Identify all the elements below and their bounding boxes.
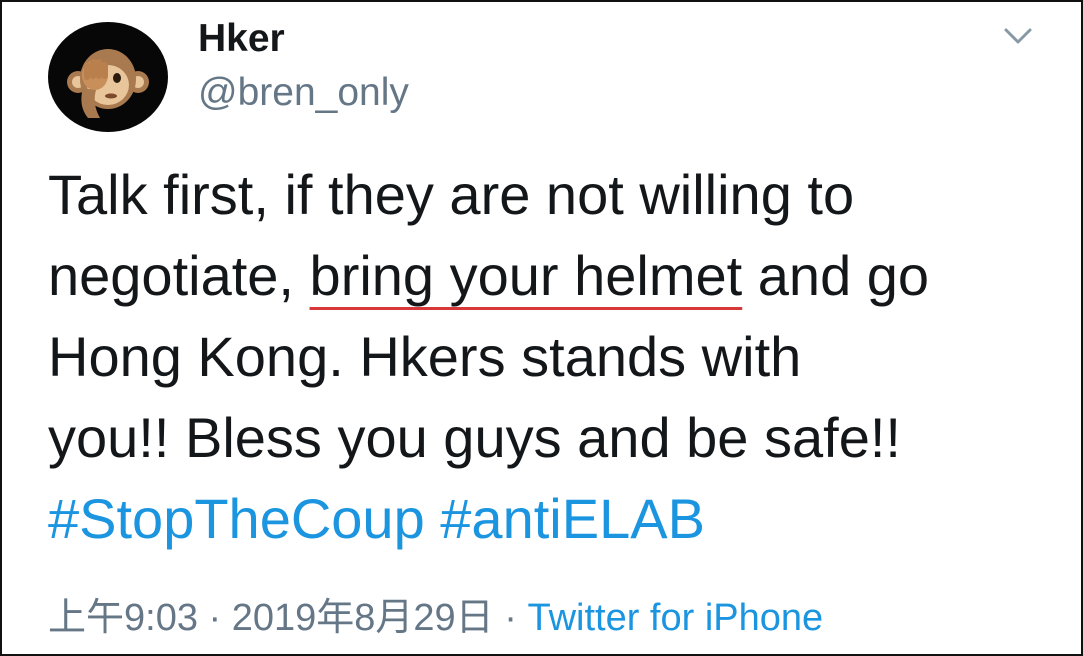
avatar[interactable] [48, 22, 168, 132]
tweet-text-line-2: negotiate, bring your helmet and go [48, 235, 1068, 316]
meta-separator: · [493, 597, 528, 639]
hashtag-stopthecoup[interactable]: #StopTheCoup [48, 487, 425, 550]
display-name[interactable]: Hker [198, 16, 285, 62]
tweet-metadata: 上午9:03 · 2019年8月29日 · Twitter for iPhone [48, 594, 823, 642]
tweet-card: Hker @bren_only Talk first, if they are … [0, 0, 1083, 656]
tweet-menu-button[interactable] [998, 22, 1038, 52]
tweet-text-line-4: you!! Bless you guys and be safe!! [48, 406, 901, 469]
tweet-date[interactable]: 2019年8月29日 [232, 597, 494, 639]
tweet-text-segment: negotiate, [48, 244, 310, 307]
hashtag-antielab[interactable]: #antiELAB [440, 487, 705, 550]
tweet-text: Talk first, if they are not willing to n… [48, 154, 1068, 559]
see-no-evil-monkey-emoji-icon [67, 49, 149, 118]
tweet-text-segment: and go [742, 244, 930, 307]
underlined-phrase: bring your helmet [309, 244, 743, 307]
tweet-text-line-3: Hong Kong. Hkers stands with [48, 325, 802, 388]
user-handle[interactable]: @bren_only [198, 70, 409, 116]
chevron-down-icon [1004, 28, 1032, 44]
tweet-text-line-1: Talk first, if they are not willing to [48, 163, 855, 226]
tweet-source-link[interactable]: Twitter for iPhone [527, 597, 823, 639]
meta-separator: · [197, 597, 232, 639]
tweet-hashtags: #StopTheCoup #antiELAB [48, 478, 1068, 559]
tweet-time[interactable]: 上午9:03 [48, 597, 198, 639]
